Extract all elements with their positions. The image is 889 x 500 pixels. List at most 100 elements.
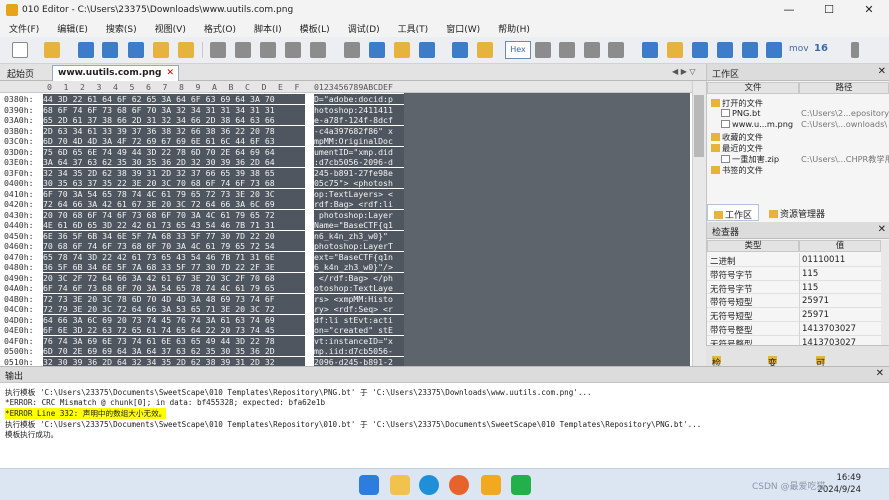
inspector-row[interactable]: 无符号短型 25971 xyxy=(707,308,881,322)
compare-icon[interactable] xyxy=(667,42,683,58)
tab-workspace[interactable]: 工作区 xyxy=(707,204,760,221)
find-icon[interactable] xyxy=(344,42,360,58)
edge-icon[interactable] xyxy=(419,475,439,495)
goto-icon[interactable] xyxy=(419,42,435,58)
row-hex-bytes[interactable]: 2D 63 34 61 33 39 37 36 38 32 66 38 36 2… xyxy=(43,125,305,136)
workspace-close-icon[interactable]: ✕ xyxy=(878,66,886,77)
menu-format[interactable]: 格式(O) xyxy=(195,22,245,35)
row-ascii[interactable]: vt:instanceID="x xyxy=(314,335,404,346)
menu-script[interactable]: 脚本(I) xyxy=(245,22,291,35)
row-hex-bytes[interactable]: 4E 61 6D 65 3D 22 42 61 73 65 43 54 46 7… xyxy=(43,220,305,230)
menu-help[interactable]: 帮助(H) xyxy=(489,22,539,35)
row-ascii[interactable]: rs> <xmpMM:Histo xyxy=(314,293,404,304)
workspace-item[interactable]: PNG.bt xyxy=(721,108,760,118)
open-folder-icon[interactable] xyxy=(44,42,60,58)
row-ascii[interactable]: :d7cb5056-2096-d xyxy=(314,157,404,167)
row-ascii[interactable]: hotoshop:2411411 xyxy=(314,104,404,115)
row-hex-bytes[interactable]: 20 3C 2F 72 64 66 3A 42 61 67 3E 20 3C 2… xyxy=(43,272,305,283)
inspector-row[interactable]: 带符号短型 25971 xyxy=(707,294,881,308)
row-hex-bytes[interactable]: 6F 6E 3D 22 63 72 65 61 74 65 64 22 20 7… xyxy=(43,325,305,335)
hex-mode-button[interactable]: Hex xyxy=(505,41,531,59)
row-hex-bytes[interactable]: 70 68 6F 74 6F 73 68 6F 70 3A 4C 61 79 6… xyxy=(43,241,305,251)
row-hex-bytes[interactable]: 75 6D 65 6E 74 49 44 3D 22 78 6D 70 2E 6… xyxy=(43,146,305,157)
menu-file[interactable]: 文件(F) xyxy=(0,22,48,35)
row-hex-bytes[interactable]: 32 34 35 2D 62 38 39 31 2D 32 37 66 65 3… xyxy=(43,167,305,178)
pause-icon[interactable] xyxy=(851,42,859,58)
row-hex-bytes[interactable]: 6D 70 4D 4D 3A 4F 72 69 67 69 6E 61 6C 4… xyxy=(43,136,305,146)
scrollbar-thumb[interactable] xyxy=(694,95,704,157)
tab-nav-arrows[interactable]: ◀ ▶ ▽ xyxy=(672,67,696,76)
percent-icon[interactable] xyxy=(742,42,758,58)
base16-button[interactable]: 16 xyxy=(814,43,828,54)
cut-icon[interactable] xyxy=(210,42,226,58)
grid-icon[interactable] xyxy=(584,42,600,58)
firefox-icon[interactable] xyxy=(449,475,469,495)
row-hex-bytes[interactable]: 20 70 68 6F 74 6F 73 68 6F 70 3A 4C 61 7… xyxy=(43,209,305,220)
menu-window[interactable]: 窗口(W) xyxy=(437,22,489,35)
columns-icon[interactable] xyxy=(535,42,551,58)
row-hex-bytes[interactable]: 6D 70 2E 69 69 64 3A 64 37 63 62 35 30 3… xyxy=(43,346,305,356)
workspace-item[interactable]: 打开的文件 xyxy=(711,97,763,109)
row-hex-bytes[interactable]: 72 79 3E 20 3C 72 64 66 3A 53 65 71 3E 2… xyxy=(43,304,305,314)
row-ascii[interactable]: umentID="xmp.did xyxy=(314,146,404,157)
row-hex-bytes[interactable]: 65 2D 61 37 38 66 2D 31 32 34 66 2D 38 6… xyxy=(43,115,305,125)
workspace-item[interactable]: 最近的文件 xyxy=(711,142,763,154)
save-all-icon[interactable] xyxy=(102,42,118,58)
template-icon[interactable] xyxy=(452,42,468,58)
find-in-files-icon[interactable] xyxy=(394,42,410,58)
close-window-button[interactable]: ✕ xyxy=(849,0,889,20)
row-hex-bytes[interactable]: 65 78 74 3D 22 42 61 73 65 43 54 46 7B 7… xyxy=(43,251,305,262)
workspace-item[interactable]: 书签的文件 xyxy=(711,164,763,176)
row-ascii[interactable]: ry> <rdf:Seq> <r xyxy=(314,304,404,314)
row-ascii[interactable]: op:TextLayers> < xyxy=(314,188,404,199)
tab-close-icon[interactable]: ✕ xyxy=(166,68,174,78)
row-hex-bytes[interactable]: 6F 74 6F 73 68 6F 70 3A 54 65 78 74 4C 6… xyxy=(43,283,305,293)
workspace-item[interactable]: 一重加害.zip xyxy=(721,153,779,165)
row-ascii[interactable]: n6_k4n_zh3_w0}" xyxy=(314,230,404,241)
row-hex-bytes[interactable]: 6E 36 5F 6B 34 6E 5F 7A 68 33 5F 77 30 7… xyxy=(43,230,305,241)
paste-icon[interactable] xyxy=(260,42,276,58)
menu-tools[interactable]: 工具(T) xyxy=(389,22,438,35)
output-close-icon[interactable]: ✕ xyxy=(876,368,884,379)
row-hex-bytes[interactable]: 72 73 3E 20 3C 78 6D 70 4D 4D 3A 48 69 7… xyxy=(43,293,305,304)
workspace-item[interactable]: 收藏的文件 xyxy=(711,131,763,143)
app-taskbar-icon[interactable] xyxy=(511,475,531,495)
inspector-row[interactable]: 带符号整型 1413703027 xyxy=(707,322,881,336)
copy-window-icon[interactable] xyxy=(128,42,144,58)
calculator-icon[interactable] xyxy=(642,42,658,58)
paragraph-icon[interactable] xyxy=(559,42,575,58)
row-hex-bytes[interactable]: 72 64 66 3A 42 61 67 3E 20 3C 72 64 66 3… xyxy=(43,199,305,209)
row-hex-bytes[interactable]: 76 74 3A 69 6E 73 74 61 6E 63 65 49 44 3… xyxy=(43,335,305,346)
row-hex-bytes[interactable]: 36 5F 6B 34 6E 5F 7A 68 33 5F 77 30 7D 2… xyxy=(43,262,305,272)
010-editor-taskbar-icon[interactable] xyxy=(481,475,501,495)
menu-view[interactable]: 视图(V) xyxy=(146,22,195,35)
start-icon[interactable] xyxy=(359,475,379,495)
row-ascii[interactable]: Name="BaseCTF{q1 xyxy=(314,220,404,230)
new-file-icon[interactable] xyxy=(12,42,28,58)
row-hex-bytes[interactable]: 3A 64 37 63 62 35 30 35 36 2D 32 30 39 3… xyxy=(43,157,305,167)
menu-template[interactable]: 模板(L) xyxy=(291,22,339,35)
inspector-scrollbar[interactable] xyxy=(881,240,889,345)
redo-icon[interactable] xyxy=(310,42,326,58)
tab-start-page[interactable]: 起始页 xyxy=(7,67,34,80)
replace-icon[interactable] xyxy=(369,42,385,58)
row-ascii[interactable]: otoshop:TextLaye xyxy=(314,283,404,293)
row-hex-bytes[interactable]: 32 30 39 36 2D 64 32 34 35 2D 62 38 39 3… xyxy=(43,356,305,366)
tab-explorer[interactable]: 资源管理器 xyxy=(763,204,831,221)
file-explorer-icon[interactable] xyxy=(390,475,410,495)
mov-button[interactable]: mov xyxy=(789,44,809,54)
row-ascii[interactable]: </rdf:Bag> </ph xyxy=(314,272,404,283)
row-ascii[interactable]: mp.iid:d7cb5056- xyxy=(314,346,404,356)
row-ascii[interactable]: photoshop:LayerT xyxy=(314,241,404,251)
inspector-col-value[interactable]: 值 xyxy=(799,240,881,252)
script-icon[interactable] xyxy=(477,42,493,58)
inspector-row[interactable]: 无符号字节 115 xyxy=(707,280,881,295)
row-ascii[interactable]: 05c75"> <photosh xyxy=(314,178,404,188)
row-ascii[interactable]: 245-b891-27fe98e xyxy=(314,167,404,178)
row-ascii[interactable]: ext="BaseCTF{q1n xyxy=(314,251,404,262)
row-ascii[interactable]: on="created" stE xyxy=(314,325,404,335)
inspector-col-type[interactable]: 类型 xyxy=(707,240,799,252)
row-ascii[interactable]: photoshop:Layer xyxy=(314,209,404,220)
tab-active-file[interactable]: www.uutils.com.png ✕ xyxy=(52,65,180,81)
row-ascii[interactable]: mpMM:OriginalDoc xyxy=(314,136,404,146)
